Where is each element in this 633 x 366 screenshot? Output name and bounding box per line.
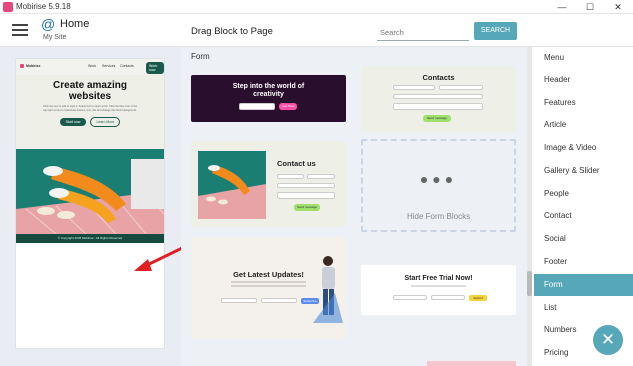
category-header[interactable]: Header bbox=[534, 69, 633, 91]
block-input bbox=[277, 174, 304, 179]
close-panel-button[interactable]: ✕ bbox=[593, 325, 623, 355]
block-input bbox=[393, 295, 427, 300]
block-input bbox=[393, 85, 435, 90]
category-article[interactable]: Article bbox=[534, 114, 633, 136]
block-input bbox=[277, 183, 335, 188]
block-button: Join Now bbox=[279, 103, 297, 110]
page-title[interactable]: Home bbox=[60, 18, 89, 30]
search-input[interactable] bbox=[377, 25, 469, 41]
close-button[interactable]: ✕ bbox=[604, 0, 632, 14]
preview-hero-image bbox=[16, 149, 164, 234]
category-sidebar: Menu Header Features Article Image & Vid… bbox=[527, 47, 633, 366]
window-title: Mobirise 5.9.18 bbox=[16, 2, 71, 11]
preview-nav-item: Work bbox=[88, 64, 97, 68]
page-preview-panel: Mobirise Work Services Contacts Work now… bbox=[0, 47, 208, 366]
preview-navbar: Mobirise Work Services Contacts Work now bbox=[16, 59, 164, 75]
page-preview[interactable]: Mobirise Work Services Contacts Work now… bbox=[15, 58, 165, 349]
block-gallery: Form Step into the world of creativity J… bbox=[181, 47, 527, 366]
hide-form-blocks-label: Hide Form Blocks bbox=[406, 212, 471, 221]
category-social[interactable]: Social bbox=[534, 228, 633, 250]
hide-form-blocks-button[interactable]: ●●● Hide Form Blocks bbox=[361, 139, 516, 232]
form-block-creativity[interactable]: Step into the world of creativity Join N… bbox=[191, 75, 346, 122]
category-contact[interactable]: Contact bbox=[534, 205, 633, 227]
block-title: Contact us bbox=[277, 159, 316, 168]
app-header: @ Home My Site Drag Block to Page SEARCH bbox=[0, 14, 633, 47]
block-input bbox=[221, 298, 257, 303]
preview-logo-icon bbox=[20, 64, 24, 68]
maximize-button[interactable]: ☐ bbox=[576, 0, 604, 14]
preview-learn-button: Learn More bbox=[90, 117, 121, 128]
preview-hero-text: Click any text to edit or style it. Sele… bbox=[42, 105, 138, 112]
block-input bbox=[439, 85, 483, 90]
block-input bbox=[307, 174, 335, 179]
preview-hero-title: Create amazing websites bbox=[53, 80, 127, 102]
category-gallery-slider[interactable]: Gallery & Slider bbox=[534, 160, 633, 182]
block-button: Submit bbox=[469, 295, 487, 301]
block-text bbox=[231, 285, 306, 287]
block-text bbox=[231, 281, 306, 283]
minimize-button[interactable]: — bbox=[548, 0, 576, 14]
category-scrollbar[interactable] bbox=[527, 47, 532, 366]
block-input bbox=[393, 94, 483, 99]
block-title: Step into the world of creativity bbox=[232, 83, 305, 98]
block-image bbox=[198, 151, 266, 219]
category-menu[interactable]: Menu bbox=[534, 47, 633, 69]
category-form[interactable]: Form bbox=[534, 274, 633, 296]
drag-block-title: Drag Block to Page bbox=[191, 26, 273, 37]
more-dots-icon: ●●● bbox=[419, 171, 458, 187]
search-button[interactable]: SEARCH bbox=[474, 22, 517, 40]
block-title: Start Free Trial Now! bbox=[404, 275, 473, 282]
form-block-free-trial[interactable]: Start Free Trial Now! Submit bbox=[361, 265, 516, 315]
block-button: Send message bbox=[294, 204, 320, 211]
category-list[interactable]: List bbox=[534, 297, 633, 319]
preview-nav-button: Work now bbox=[146, 62, 164, 74]
category-image-video[interactable]: Image & Video bbox=[534, 137, 633, 159]
block-input bbox=[431, 295, 465, 300]
scrollbar-thumb[interactable] bbox=[527, 271, 532, 296]
form-block-contact-us[interactable]: Contact us Send message bbox=[191, 141, 346, 227]
person-figure-icon bbox=[313, 256, 343, 323]
block-text bbox=[411, 285, 466, 287]
section-label: Form bbox=[191, 52, 210, 61]
category-features[interactable]: Features bbox=[534, 92, 633, 114]
block-title: Contacts bbox=[422, 73, 455, 82]
block-button: Send message bbox=[423, 115, 451, 122]
form-block-updates[interactable]: Get Latest Updates! Subscribe bbox=[191, 237, 346, 339]
category-footer[interactable]: Footer bbox=[534, 251, 633, 273]
form-block-contacts[interactable]: Contacts Send message bbox=[361, 66, 516, 132]
preview-nav-item: Contacts bbox=[120, 64, 134, 68]
preview-brand: Mobirise bbox=[26, 64, 41, 68]
block-input bbox=[261, 298, 297, 303]
category-people[interactable]: People bbox=[534, 183, 633, 205]
preview-nav-item: Services bbox=[102, 64, 116, 68]
hamburger-menu-icon[interactable] bbox=[12, 24, 28, 37]
preview-hero: Create amazing websites Click any text t… bbox=[16, 75, 164, 149]
preview-start-button: Start now bbox=[59, 118, 87, 127]
block-textarea bbox=[277, 192, 335, 199]
site-name[interactable]: My Site bbox=[43, 34, 66, 41]
next-block-peek bbox=[427, 361, 516, 366]
at-sign-icon: @ bbox=[41, 16, 56, 32]
block-input bbox=[239, 103, 275, 110]
app-logo-icon bbox=[3, 2, 13, 12]
window-titlebar: Mobirise 5.9.18 — ☐ ✕ bbox=[0, 0, 633, 14]
block-textarea bbox=[393, 103, 483, 110]
